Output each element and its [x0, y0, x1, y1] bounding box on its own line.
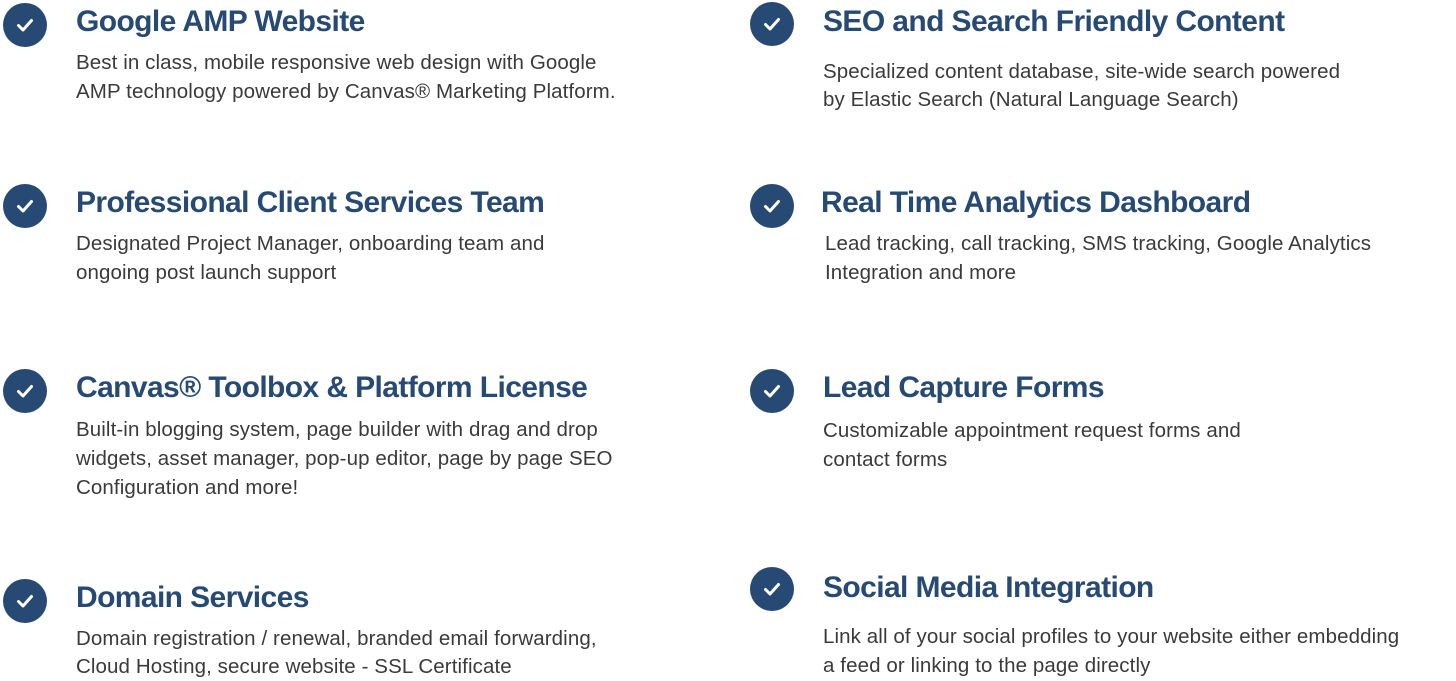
feature-domain-services: Domain Services Domain registration / re… [3, 575, 683, 680]
feature-description-line: AMP technology powered by Canvas® Market… [76, 80, 616, 103]
feature-description-line: widgets, asset manager, pop-up editor, p… [76, 447, 613, 470]
feature-description-line: Link all of your social profiles to your… [823, 625, 1400, 648]
feature-description-line: Domain registration / renewal, branded e… [76, 627, 597, 650]
feature-description-line: contact forms [823, 448, 948, 471]
feature-title: Lead Capture Forms [823, 371, 1105, 404]
feature-description-line: Configuration and more! [76, 476, 299, 499]
feature-description-line: by Elastic Search (Natural Language Sear… [823, 88, 1239, 111]
checkmark-circle-icon [750, 369, 794, 413]
feature-social-media-integration: Social Media Integration Link all of you… [750, 565, 1430, 680]
feature-description-line: Customizable appointment request forms a… [823, 419, 1241, 442]
feature-title: Domain Services [76, 581, 309, 614]
checkmark-circle-icon [3, 184, 47, 228]
feature-description-line: a feed or linking to the page directly [823, 654, 1151, 677]
feature-description-line: Lead tracking, call tracking, SMS tracki… [825, 232, 1372, 255]
feature-description-line: Integration and more [825, 261, 1017, 284]
feature-title: Social Media Integration [823, 571, 1154, 604]
checkmark-circle-icon [3, 579, 47, 623]
feature-lead-capture-forms: Lead Capture Forms Customizable appointm… [750, 365, 1430, 475]
feature-professional-client-services-team: Professional Client Services Team Design… [3, 180, 683, 290]
feature-title: Canvas® Toolbox & Platform License [76, 371, 588, 404]
feature-title: Google AMP Website [76, 5, 365, 38]
feature-description-line: Specialized content database, site-wide … [823, 60, 1341, 83]
feature-description-line: Designated Project Manager, onboarding t… [76, 232, 545, 255]
feature-real-time-analytics-dashboard: Real Time Analytics Dashboard Lead track… [750, 180, 1430, 290]
feature-description-line: Best in class, mobile responsive web des… [76, 51, 597, 74]
feature-description-line: Cloud Hosting, secure website - SSL Cert… [76, 655, 512, 678]
feature-title: SEO and Search Friendly Content [823, 5, 1285, 38]
checkmark-circle-icon [3, 3, 47, 47]
feature-description-line: Built-in blogging system, page builder w… [76, 418, 598, 441]
feature-google-amp-website: Google AMP Website Best in class, mobile… [3, 0, 683, 110]
checkmark-circle-icon [750, 184, 794, 228]
feature-seo-search-friendly-content: SEO and Search Friendly Content Speciali… [750, 0, 1430, 115]
feature-title: Real Time Analytics Dashboard [821, 186, 1251, 219]
feature-description-line: ongoing post launch support [76, 261, 337, 284]
checkmark-circle-icon [750, 567, 794, 611]
checkmark-circle-icon [3, 369, 47, 413]
checkmark-circle-icon [750, 2, 794, 46]
feature-title: Professional Client Services Team [76, 186, 545, 219]
feature-canvas-toolbox-platform-license: Canvas® Toolbox & Platform License Built… [3, 365, 683, 505]
